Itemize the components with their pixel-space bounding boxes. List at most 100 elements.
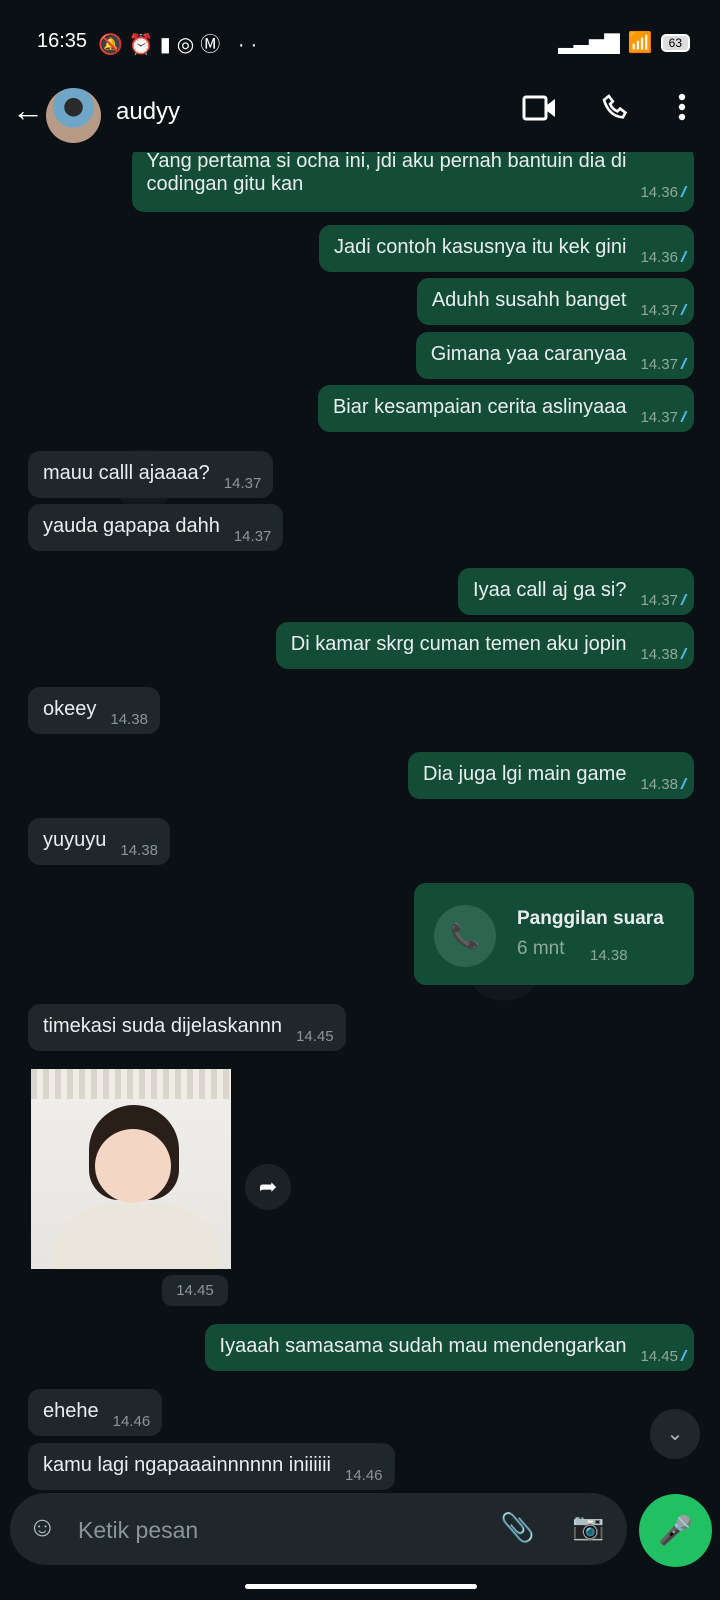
message-line: Di kamar skrg cuman temen aku jopin: [290, 633, 627, 655]
photo-body: [51, 1204, 221, 1269]
message-line: timekasi suda dijelaskannn: [43, 1015, 283, 1037]
message-line: kamu lagi ngapaaainnnnnn iniiiiii: [43, 1454, 331, 1476]
message-text: Aduhh susahh banget: [432, 289, 627, 312]
time-text: 14.38: [120, 842, 158, 859]
back-arrow-icon[interactable]: ←: [12, 92, 44, 129]
message-text: Yang pertama si ocha ini, jdi aku pernah…: [147, 150, 627, 196]
time-text: 14.36: [640, 184, 678, 201]
message-text: yuyuyu: [43, 829, 106, 852]
outgoing-message[interactable]: Jadi contoh kasusnya itu kek gini 14.36//: [319, 225, 694, 272]
message-line: yauda gapapa dahh: [43, 515, 220, 537]
message-time: 14.37: [234, 528, 272, 545]
more-options-icon[interactable]: [678, 92, 686, 127]
message-line: Aduhh susahh banget: [431, 289, 627, 311]
message-text: Di kamar skrg cuman temen aku jopin: [291, 633, 627, 656]
message-text: mauu calll ajaaaa?: [43, 462, 210, 485]
time-text: 14.38: [640, 646, 678, 663]
incoming-message[interactable]: okeey 14.38: [28, 687, 160, 734]
incoming-message[interactable]: mauu calll ajaaaa? 14.37: [28, 451, 274, 498]
forward-button[interactable]: ➦: [245, 1164, 291, 1210]
message-time: 14.36//: [640, 184, 687, 201]
avatar[interactable]: [46, 88, 101, 143]
outgoing-message[interactable]: Di kamar skrg cuman temen aku jopin 14.38…: [275, 622, 694, 669]
sticker-icon[interactable]: ☺: [28, 1511, 57, 1543]
image-time: 14.45: [162, 1275, 228, 1306]
outgoing-message[interactable]: Dia juga lgi main game 14.38//: [408, 752, 694, 799]
message-time: 14.38//: [640, 776, 687, 793]
time-text: 14.45: [296, 1028, 334, 1045]
image-message[interactable]: [31, 1069, 231, 1269]
message-line: Biar kesampaian cerita aslinyaaa: [332, 396, 627, 418]
time-text: 14.37: [640, 409, 678, 426]
message-time: 14.46: [345, 1467, 383, 1484]
outgoing-message[interactable]: Aduhh susahh banget 14.37//: [416, 278, 694, 325]
message-text: Jadi contoh kasusnya itu kek gini: [334, 236, 626, 259]
outgoing-message[interactable]: Yang pertama si ocha ini, jdi aku pernah…: [131, 146, 694, 212]
message-line: Yang pertama si ocha ini, jdi aku pernah…: [146, 150, 627, 172]
camera-icon[interactable]: 📷: [572, 1511, 604, 1542]
notification-icons: 🔕⏰▮◎Ⓜ ··: [98, 34, 264, 56]
voice-call-icon[interactable]: [600, 92, 632, 129]
status-bar: 16:35 🔕⏰▮◎Ⓜ ·· ▂▃▅▇ 📶 63: [0, 0, 720, 80]
message-text: Biar kesampaian cerita aslinyaaa: [333, 396, 627, 419]
message-text: ehehe: [43, 1400, 99, 1423]
message-line: mauu calll ajaaaa?: [43, 462, 210, 484]
message-time: 14.37//: [640, 356, 687, 373]
outgoing-message[interactable]: Iyaa call aj ga si? 14.37//: [458, 568, 694, 615]
home-indicator: [245, 1584, 477, 1589]
message-time: 14.45: [296, 1028, 334, 1045]
message-text: timekasi suda dijelaskannn: [43, 1015, 282, 1038]
incoming-message[interactable]: timekasi suda dijelaskannn 14.45: [28, 1004, 346, 1051]
call-title: Panggilan suara: [517, 908, 664, 929]
call-duration: 6 mnt: [517, 938, 565, 959]
outgoing-message[interactable]: Biar kesampaian cerita aslinyaaa 14.37//: [317, 385, 694, 432]
photo-curtain: [31, 1069, 231, 1099]
message-time: 14.37//: [640, 409, 687, 426]
video-call-icon[interactable]: [522, 94, 558, 129]
voice-call-message[interactable]: 📞 Panggilan suara 6 mnt 14.38: [414, 883, 694, 985]
signal-icon: ▂▃▅▇: [558, 32, 620, 54]
scroll-to-bottom-button[interactable]: ⌄: [650, 1409, 700, 1459]
message-line: Iyaaah samasama sudah mau mendengarkan: [219, 1335, 627, 1357]
time-text: 14.37: [640, 592, 678, 609]
time-text: 14.45: [640, 1348, 678, 1365]
message-composer[interactable]: ☺ Ketik pesan 📎 📷: [10, 1493, 627, 1565]
message-time: 14.37: [224, 475, 262, 492]
message-line: Jadi contoh kasusnya itu kek gini: [334, 236, 627, 258]
message-time: 14.38: [110, 711, 148, 728]
time-text: 14.37: [640, 302, 678, 319]
attach-icon[interactable]: 📎: [500, 1511, 535, 1544]
message-time: 14.45//: [640, 1348, 687, 1365]
outgoing-message[interactable]: Iyaaah samasama sudah mau mendengarkan 14…: [204, 1324, 694, 1371]
message-line: Dia juga lgi main game: [423, 763, 627, 785]
time-text: 14.36: [640, 249, 678, 266]
incoming-message[interactable]: yuyuyu 14.38: [28, 818, 170, 865]
message-text: Iyaaah samasama sudah mau mendengarkan: [220, 1335, 627, 1358]
message-line: yuyuyu: [43, 829, 107, 851]
message-time: 14.38//: [640, 646, 687, 663]
message-line: ehehe: [43, 1400, 99, 1422]
incoming-message[interactable]: ehehe 14.46: [28, 1389, 163, 1436]
system-icons: ▂▃▅▇ 📶 63: [558, 30, 690, 55]
message-text: yauda gapapa dahh: [43, 515, 220, 538]
message-line: okeey: [43, 698, 97, 720]
time-text: 14.46: [344, 1467, 383, 1484]
outgoing-message[interactable]: Gimana yaa caranyaa 14.37//: [415, 332, 694, 379]
contact-name[interactable]: audyy: [116, 98, 180, 126]
message-line: Iyaa call aj ga si?: [473, 579, 627, 601]
incoming-message[interactable]: kamu lagi ngapaaainnnnnn iniiiiii 14.46: [28, 1443, 395, 1490]
incoming-message[interactable]: yauda gapapa dahh 14.37: [28, 504, 284, 551]
wifi-icon: 📶: [627, 32, 653, 54]
message-time: 14.37//: [640, 592, 687, 609]
time-text: 14.38: [640, 776, 678, 793]
time-text: 14.37: [223, 475, 262, 492]
message-input[interactable]: Ketik pesan: [78, 1517, 198, 1544]
status-time: 16:35: [37, 30, 88, 52]
call-time: 14.38: [590, 947, 628, 964]
chat-header: ← audyy: [0, 80, 720, 152]
time-text: 14.37: [233, 528, 272, 545]
voice-message-button[interactable]: 🎤: [639, 1494, 712, 1567]
message-line: Gimana yaa caranyaa: [430, 343, 627, 365]
message-text: Gimana yaa caranyaa: [431, 343, 627, 366]
message-time: 14.46: [113, 1413, 151, 1430]
